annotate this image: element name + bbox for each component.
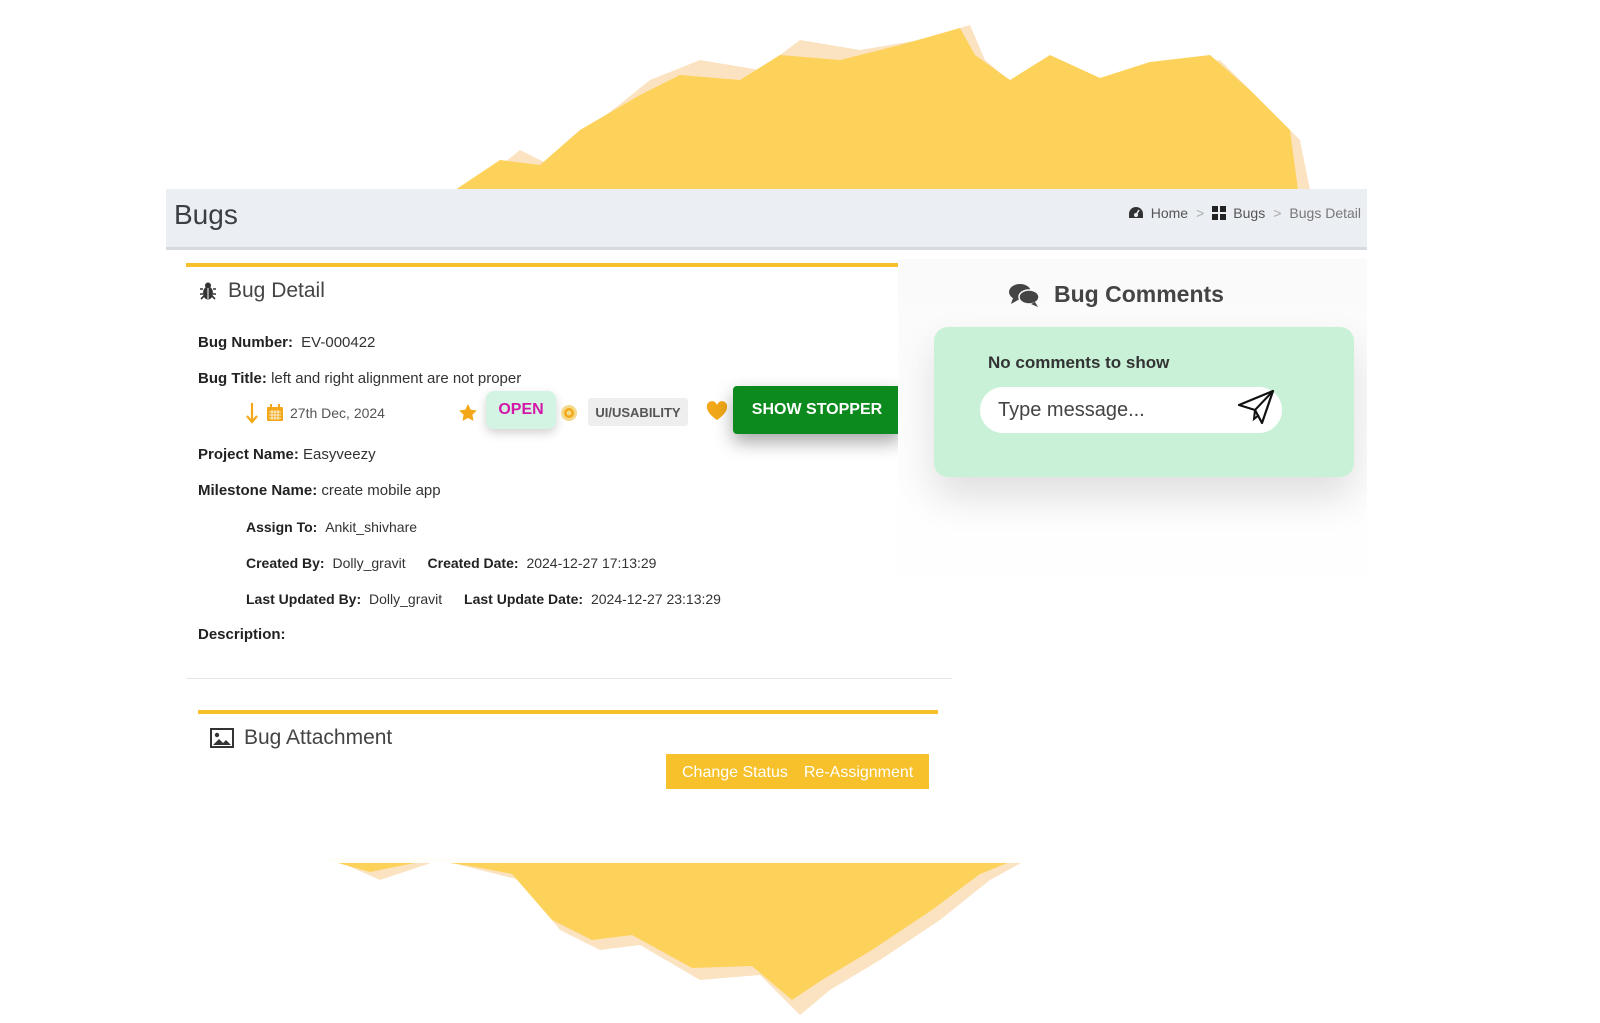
- dashboard-icon: [1128, 207, 1143, 218]
- created-date-value: 2024-12-27 17:13:29: [526, 555, 657, 571]
- created-date-label: Created Date:: [427, 555, 519, 571]
- send-icon[interactable]: [1236, 387, 1276, 427]
- bug-date: 27th Dec, 2024: [290, 405, 385, 421]
- heart-icon: [706, 401, 728, 420]
- category-badge: UI/USABILITY: [588, 398, 688, 426]
- milestone-label: Milestone Name:: [198, 482, 318, 499]
- empty-comments-message: No comments to show: [988, 353, 1170, 372]
- bug-detail-title: Bug Detail: [228, 279, 325, 302]
- bug-comments-heading: Bug Comments: [1008, 281, 1224, 308]
- description-label: Description:: [198, 626, 286, 643]
- bug-detail-heading: Bug Detail: [198, 279, 325, 303]
- comments-icon: [1009, 283, 1040, 307]
- project-row: Project Name: Easyveezy: [198, 446, 376, 463]
- change-status-button[interactable]: Change Status: [682, 764, 788, 782]
- created-row: Created By: Dolly_gravit Created Date: 2…: [246, 555, 656, 571]
- bug-number-value: EV-000422: [301, 334, 376, 351]
- star-icon: [459, 404, 477, 421]
- bug-attachment-heading: Bug Attachment: [210, 726, 392, 750]
- updated-date-label: Last Update Date:: [464, 591, 584, 607]
- project-value: Easyveezy: [303, 446, 376, 463]
- breadcrumb-current: Bugs Detail: [1289, 205, 1361, 221]
- target-icon: [561, 405, 577, 421]
- assign-row: Assign To: Ankit_shivhare: [246, 519, 417, 535]
- bug-comments-panel: Bug Comments No comments to show: [898, 259, 1367, 604]
- bug-title-row: Bug Title: left and right alignment are …: [198, 370, 521, 387]
- breadcrumb-bugs-label: Bugs: [1233, 205, 1266, 221]
- bug-title-label: Bug Title:: [198, 370, 267, 387]
- breadcrumb-separator: >: [1273, 205, 1282, 221]
- breadcrumb-home-label: Home: [1150, 205, 1189, 221]
- project-label: Project Name:: [198, 446, 299, 463]
- bug-detail-page: Bugs Home > Bugs > Bugs Detail Bug Detai…: [166, 189, 1367, 789]
- bug-meta-row: 27th Dec, 2024 OPEN UI/USABILITY SHOW ST…: [246, 386, 901, 435]
- updated-date-value: 2024-12-27 23:13:29: [590, 591, 721, 607]
- created-by-value: Dolly_gravit: [332, 555, 406, 571]
- severity-button[interactable]: SHOW STOPPER: [733, 386, 901, 434]
- milestone-row: Milestone Name: create mobile app: [198, 482, 441, 499]
- image-icon: [210, 728, 234, 748]
- milestone-value: create mobile app: [321, 482, 441, 499]
- breadcrumb-bugs[interactable]: Bugs: [1212, 205, 1265, 221]
- breadcrumb-separator: >: [1196, 205, 1205, 221]
- bug-number-label: Bug Number:: [198, 334, 293, 351]
- comments-box: No comments to show: [934, 327, 1354, 477]
- bug-icon: [200, 282, 216, 300]
- updated-by-value: Dolly_gravit: [369, 591, 443, 607]
- breadcrumb: Home > Bugs > Bugs Detail: [1128, 205, 1361, 221]
- arrow-down-icon: [246, 403, 258, 424]
- bottom-fade-overlay: [166, 789, 1367, 863]
- description-row: Description:: [198, 626, 286, 643]
- reassignment-button[interactable]: Re-Assignment: [804, 764, 913, 782]
- assign-value: Ankit_shivhare: [325, 519, 418, 535]
- calendar-icon: [267, 404, 283, 421]
- updated-row: Last Updated By: Dolly_gravit Last Updat…: [246, 591, 721, 607]
- grid-icon: [1212, 206, 1227, 220]
- page-header: Bugs Home > Bugs > Bugs Detail: [166, 189, 1367, 250]
- bug-attachment-title: Bug Attachment: [244, 726, 393, 749]
- bug-comments-title: Bug Comments: [1054, 281, 1224, 307]
- bug-attachment-card: Bug Attachment Change Status Re-Assignme…: [198, 710, 938, 789]
- bug-detail-card: Bug Detail Bug Number: EV-000422 Bug Tit…: [186, 263, 952, 679]
- status-badge-open: OPEN: [486, 391, 556, 429]
- updated-by-label: Last Updated By:: [246, 591, 362, 607]
- breadcrumb-home[interactable]: Home: [1128, 205, 1188, 221]
- bug-number-row: Bug Number: EV-000422: [198, 334, 375, 351]
- action-button-group: Change Status Re-Assignment: [666, 754, 930, 789]
- bug-title-value: left and right alignment are not proper: [271, 370, 522, 387]
- created-by-label: Created By:: [246, 555, 325, 571]
- assign-label: Assign To:: [246, 519, 318, 535]
- page-title: Bugs: [174, 199, 238, 230]
